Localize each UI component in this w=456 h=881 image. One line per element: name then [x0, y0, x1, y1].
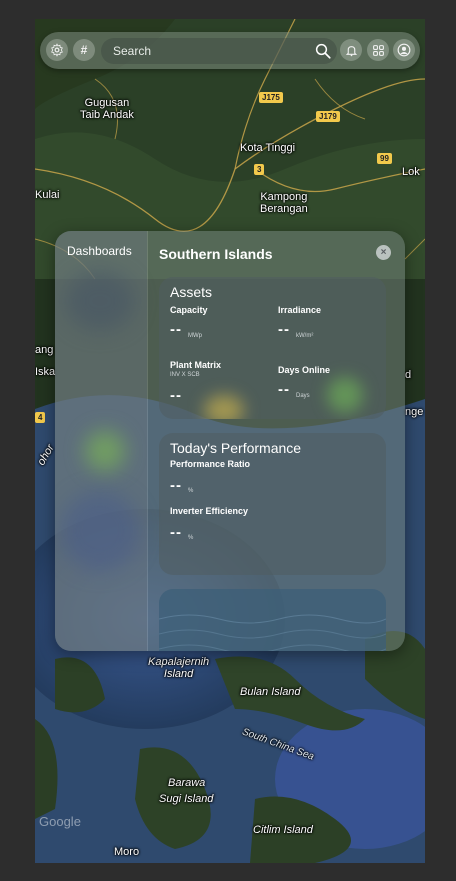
- capacity-value: --: [170, 321, 182, 338]
- capacity-label: Capacity: [170, 305, 208, 315]
- map-label-d-edge: d: [405, 369, 412, 381]
- bell-icon: [345, 45, 357, 56]
- map-label-kulai: Kulai: [35, 189, 60, 201]
- inverter-efficiency-label: Inverter Efficiency: [170, 506, 249, 516]
- map-label-iska: Iska: [35, 366, 56, 378]
- irradiance-value: --: [278, 321, 290, 338]
- user-icon: [397, 43, 411, 57]
- inverter-efficiency-unit: %: [188, 535, 194, 541]
- settings-button[interactable]: [46, 39, 68, 61]
- days-online-label: Days Online: [278, 365, 331, 375]
- performance-card: Today's Performance Performance Ratio --…: [159, 433, 386, 575]
- search-bar[interactable]: Search: [101, 38, 337, 64]
- performance-ratio-label: Performance Ratio: [170, 459, 251, 469]
- panel-divider: [147, 231, 148, 651]
- plant-matrix-label: Plant Matrix: [170, 360, 222, 370]
- map-label-citlim-island: Citlim Island: [253, 824, 313, 836]
- map-label-sugi-island: Sugi Island: [159, 793, 214, 805]
- inverter-efficiency-value: --: [170, 524, 182, 541]
- plant-matrix-sublabel: INV X SCB: [170, 372, 200, 378]
- road-badge-4: 4: [35, 412, 46, 423]
- map-label-gugusan: Gugusan Taib Andak: [80, 97, 134, 121]
- map-label-moro: Moro: [114, 846, 140, 858]
- map-preview-card[interactable]: [158, 589, 387, 651]
- panel-title: Southern Islands: [159, 246, 273, 262]
- irradiance-unit: kW/m²: [296, 333, 314, 339]
- profile-button[interactable]: [393, 39, 415, 61]
- sidebar-blue-blob: [60, 491, 140, 571]
- capacity-unit: MWp: [188, 333, 202, 339]
- gear-icon: [51, 43, 63, 57]
- search-icon[interactable]: [314, 42, 332, 60]
- app-frame: Gugusan Taib Andak Kota Tinggi Kampong B…: [35, 19, 425, 863]
- map-label-kampong-berangan: Kampong Berangan: [260, 191, 308, 215]
- assets-title: Assets: [170, 284, 213, 300]
- road-badge-j179: J179: [316, 111, 340, 122]
- dashboards-sidebar: Dashboards: [55, 231, 147, 651]
- apps-grid-icon: [372, 44, 384, 56]
- performance-ratio-value: --: [170, 477, 182, 494]
- plant-matrix-value: --: [170, 387, 182, 404]
- road-badge-j175: J175: [259, 92, 283, 103]
- assets-green-glow: [327, 377, 363, 413]
- assets-card: Assets Capacity -- MWp Irradiance -- kW/…: [159, 277, 386, 419]
- map-attribution: Google: [39, 814, 81, 829]
- top-bar: # Search: [40, 32, 420, 69]
- sidebar-blur-blob: [65, 271, 135, 331]
- close-icon: ×: [380, 246, 387, 258]
- map-label-nge: nge: [405, 406, 424, 418]
- dashboard-panel: Dashboards Southern Islands × Assets Cap…: [55, 231, 405, 651]
- irradiance-label: Irradiance: [278, 305, 322, 315]
- assets-yellow-glow: [204, 395, 244, 419]
- performance-title: Today's Performance: [170, 440, 302, 456]
- sidebar-title: Dashboards: [67, 244, 132, 258]
- map-label-kapalajernih: Kapalajernih Island: [148, 656, 210, 680]
- sidebar-green-blob: [85, 431, 125, 471]
- sea-texture: [158, 614, 387, 651]
- map-label-lok: Lok: [402, 166, 420, 178]
- map-label-bulan-island: Bulan Island: [240, 686, 301, 698]
- performance-ratio-unit: %: [188, 488, 194, 494]
- map-label-kota-tinggi: Kota Tinggi: [240, 142, 296, 154]
- map-label-ang: ang: [35, 344, 54, 356]
- map-label-barawa: Barawa: [168, 777, 206, 789]
- apps-button[interactable]: [367, 39, 389, 61]
- road-badge-99: 99: [377, 153, 392, 164]
- hash-icon: #: [80, 43, 88, 57]
- days-online-unit: Days: [296, 393, 310, 399]
- notifications-button[interactable]: [340, 39, 362, 61]
- days-online-value: --: [278, 381, 290, 398]
- hashtag-button[interactable]: #: [73, 39, 95, 61]
- search-input[interactable]: Search: [113, 44, 151, 58]
- road-badge-3: 3: [254, 164, 265, 175]
- close-button[interactable]: ×: [376, 245, 391, 260]
